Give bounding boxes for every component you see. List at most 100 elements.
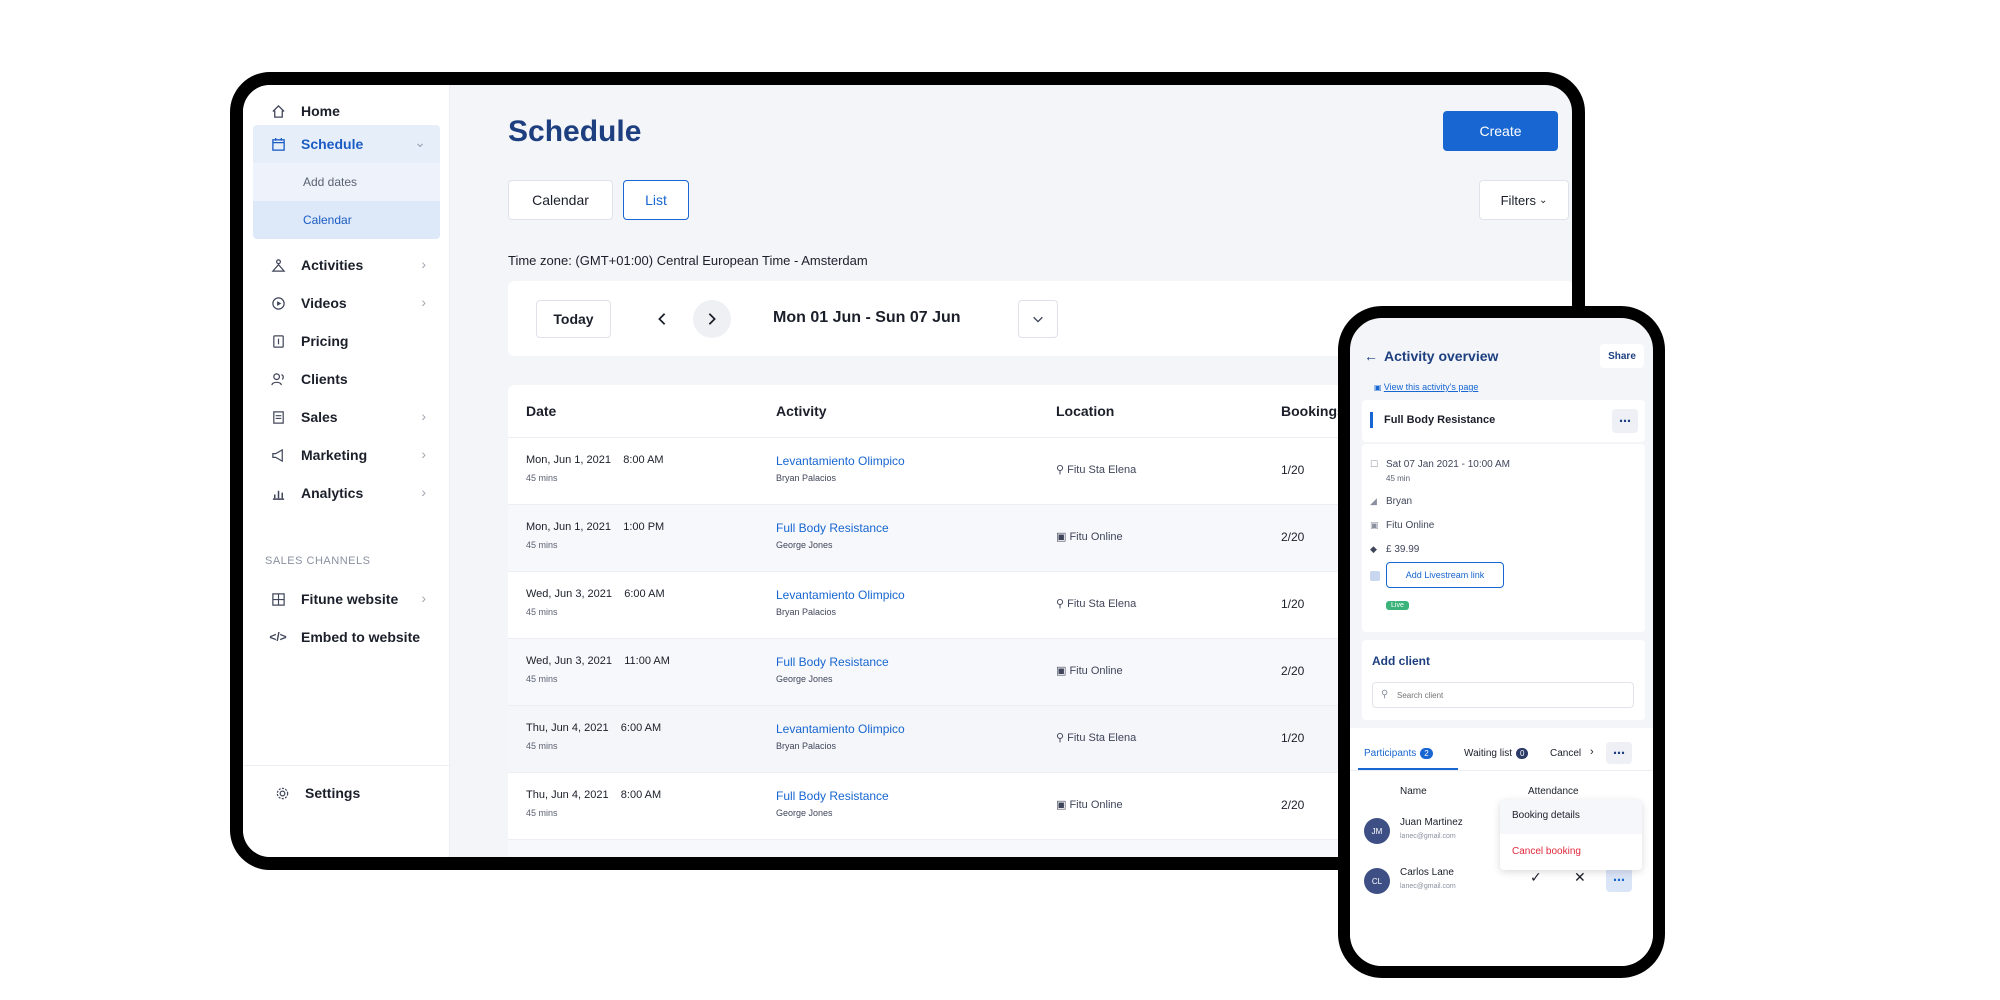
tab-participants[interactable]: Participants 2 [1364, 748, 1433, 759]
more-options-icon[interactable]: ⋯ [1612, 409, 1638, 433]
back-arrow-icon[interactable]: ← [1364, 348, 1378, 364]
location-pin-icon: ⚲ [1056, 732, 1068, 744]
sidebar-item-home[interactable]: Home [253, 93, 440, 129]
sidebar-item-marketing[interactable]: Marketing › [253, 437, 440, 473]
check-icon[interactable]: ✓ [1530, 869, 1542, 886]
menu-item-cancel-booking[interactable]: Cancel booking [1512, 846, 1581, 857]
date-range-dropdown[interactable] [1018, 300, 1058, 338]
row-location-label: Fitu Online [1069, 531, 1123, 543]
chevron-right-icon: › [421, 256, 426, 272]
row-activity-link[interactable]: Levantamiento Olimpico [776, 454, 905, 468]
sidebar-item-activities[interactable]: Activities › [253, 247, 440, 283]
chevron-right-icon [708, 313, 716, 325]
participants-count-badge: 2 [1420, 748, 1433, 759]
page-title: Schedule [508, 115, 642, 148]
sidebar-item-sales[interactable]: Sales › [253, 399, 440, 435]
tab-cancelled[interactable]: Cancel [1550, 748, 1590, 759]
chevron-right-icon[interactable]: › [1590, 746, 1594, 758]
sidebar-item-analytics[interactable]: Analytics › [253, 475, 440, 511]
activity-instructor: Bryan [1386, 496, 1413, 507]
row-activity-link[interactable]: Levantamiento Olimpico [776, 588, 905, 602]
prev-week-button[interactable] [643, 300, 681, 338]
sidebar-item-fitune-website[interactable]: Fitune website › [253, 581, 440, 617]
create-button[interactable]: Create [1443, 111, 1558, 151]
calendar-icon: ☐ [1370, 459, 1379, 469]
close-icon[interactable]: ✕ [1574, 869, 1586, 886]
bar-chart-icon [267, 484, 289, 502]
row-activity-link[interactable]: Full Body Resistance [776, 789, 889, 803]
sidebar-item-label: Home [301, 103, 340, 119]
row-instructor: Bryan Palacios [776, 741, 837, 751]
avatar: JM [1364, 818, 1390, 844]
participant-email: lanec@gmail.com [1400, 833, 1456, 840]
row-location-label: Fitu Online [1069, 665, 1123, 677]
participants-panel: Participants 2 Waiting list 0 Cancel › ⋯ N… [1350, 728, 1653, 966]
sidebar-item-label: Schedule [301, 136, 364, 152]
tab-waiting-list[interactable]: Waiting list 0 [1464, 748, 1529, 759]
search-client-input[interactable]: ⚲ [1372, 682, 1634, 708]
row-bookings: 1/20 [1281, 597, 1305, 611]
code-icon: </> [269, 630, 287, 644]
sidebar-subitem-add-dates[interactable]: Add dates [253, 163, 440, 201]
row-location-label: Fitu Online [1069, 799, 1123, 811]
chevron-right-icon: › [421, 446, 426, 462]
sidebar-item-label: Marketing [301, 447, 368, 463]
menu-item-booking-details[interactable]: Booking details [1500, 800, 1642, 834]
column-header-date: Date [526, 403, 557, 419]
activities-icon [267, 256, 289, 274]
sidebar: Home Schedule ⌄ Add dates Calendar Activ… [243, 85, 450, 857]
sidebar-item-label: Analytics [301, 485, 364, 501]
participant-name: Carlos Lane [1400, 867, 1454, 878]
sidebar-item-settings[interactable]: Settings [257, 775, 444, 811]
row-duration: 45 mins [526, 540, 558, 550]
tabs-more-icon[interactable]: ⋯ [1606, 742, 1632, 764]
sidebar-item-videos[interactable]: Videos › [253, 285, 440, 321]
sidebar-item-label: Pricing [301, 333, 349, 349]
today-button[interactable]: Today [536, 300, 611, 338]
next-week-button[interactable] [693, 300, 731, 338]
tab-calendar-view[interactable]: Calendar [508, 180, 613, 220]
add-livestream-link-button[interactable]: Add Livestream link [1386, 562, 1504, 588]
view-activity-page-link[interactable]: ▣ View this activity's page [1374, 377, 1478, 395]
search-client-field[interactable] [1397, 687, 1627, 703]
users-icon [267, 370, 289, 388]
search-icon: ⚲ [1381, 689, 1389, 700]
tab-label: Waiting list [1464, 748, 1512, 759]
tab-list-view[interactable]: List [623, 180, 689, 220]
column-header-location: Location [1056, 403, 1115, 419]
waiting-count-badge: 0 [1515, 748, 1529, 759]
row-activity-link[interactable]: Full Body Resistance [776, 521, 889, 535]
chevron-right-icon: › [421, 408, 426, 424]
sidebar-item-schedule[interactable]: Schedule ⌄ [253, 125, 440, 163]
row-date: Mon, Jun 1, 2021 1:00 PM [526, 521, 665, 533]
sidebar-item-embed[interactable]: </> Embed to website [253, 619, 440, 655]
participant-more-icon[interactable]: ⋯ [1606, 868, 1632, 892]
sidebar-subitem-calendar[interactable]: Calendar [253, 201, 440, 239]
row-location: ⚲ Fitu Sta Elena [1056, 597, 1136, 610]
activity-details-card: ☐ Sat 07 Jan 2021 - 10:00 AM 45 min ◢ Br… [1362, 444, 1645, 632]
row-bookings: 1/20 [1281, 731, 1305, 745]
row-bookings: 1/20 [1281, 463, 1305, 477]
row-location: ▣ Fitu Online [1056, 664, 1123, 677]
chevron-down-icon: ⌄ [414, 134, 426, 150]
share-button[interactable]: Share [1600, 344, 1644, 368]
sidebar-item-pricing[interactable]: Pricing [253, 323, 440, 359]
add-client-title: Add client [1372, 654, 1431, 668]
row-activity-link[interactable]: Levantamiento Olimpico [776, 722, 905, 736]
row-instructor: Bryan Palacios [776, 473, 837, 483]
row-date: Thu, Jun 4, 2021 8:00 AM [526, 789, 662, 801]
avatar: CL [1364, 868, 1390, 894]
chevron-left-icon [658, 313, 666, 325]
add-client-card: Add client ⚲ [1362, 640, 1645, 720]
date-range-label: Mon 01 Jun - Sun 07 Jun [773, 309, 961, 326]
row-duration: 45 mins [526, 473, 558, 483]
sidebar-item-label: Videos [301, 295, 347, 311]
sidebar-item-clients[interactable]: Clients [253, 361, 440, 397]
row-activity-link[interactable]: Full Body Resistance [776, 655, 889, 669]
participant-name: Juan Martinez [1400, 817, 1463, 828]
panel-title: Activity overview [1384, 348, 1499, 364]
activity-price: £ 39.99 [1386, 544, 1420, 555]
filters-button[interactable]: Filters ⌄ [1479, 180, 1569, 220]
chevron-right-icon: › [421, 294, 426, 310]
row-location-label: Fitu Sta Elena [1067, 464, 1137, 476]
